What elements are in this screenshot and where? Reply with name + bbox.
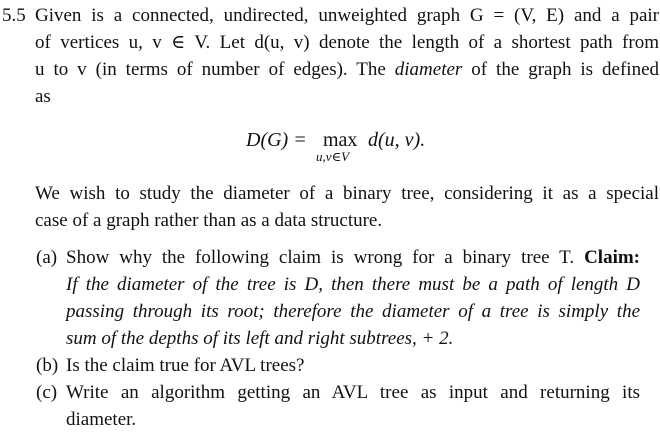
- exercise-document: 5.5 Given is a connected, undirected, un…: [0, 0, 660, 440]
- claim-label: Claim:: [584, 247, 640, 268]
- part-c-line-1: Write an algorithm getting an AVL tree a…: [66, 382, 640, 403]
- intro-line-4: as: [35, 86, 51, 107]
- part-b-label: (b): [36, 355, 59, 376]
- part-b-line-1: Is the claim true for AVL trees?: [66, 355, 305, 376]
- study-line-1: We wish to study the diameter of a binar…: [35, 183, 659, 204]
- intro-line-1: Given is a connected, undirected, unweig…: [35, 5, 659, 26]
- intro-line-3: u to v (in terms of number of edges). Th…: [35, 59, 659, 80]
- part-a-label: (a): [36, 247, 58, 268]
- equation-rhs: d(u, v).: [368, 129, 426, 151]
- equation-subscript: u,v∈V: [316, 149, 350, 164]
- diameter-equation: D(G) = max u,v∈V d(u, v).: [0, 124, 660, 174]
- intro-line-2: of vertices u, v ∈ V. Let d(u, v) denote…: [35, 32, 659, 53]
- part-a-line-4: sum of the depths of its left and right …: [66, 328, 454, 349]
- equation-lhs: D(G) =: [246, 129, 307, 151]
- part-a-line-1: Show why the following claim is wrong fo…: [66, 247, 640, 268]
- part-c-line-2: diameter.: [66, 409, 137, 430]
- problem-number: 5.5: [2, 5, 26, 26]
- part-a-line-2: If the diameter of the tree is D, then t…: [66, 274, 640, 295]
- part-c-label: (c): [36, 382, 58, 403]
- part-a-line-3: passing through its root; therefore the …: [66, 301, 640, 322]
- study-line-2: case of a graph rather than as a data st…: [35, 210, 383, 231]
